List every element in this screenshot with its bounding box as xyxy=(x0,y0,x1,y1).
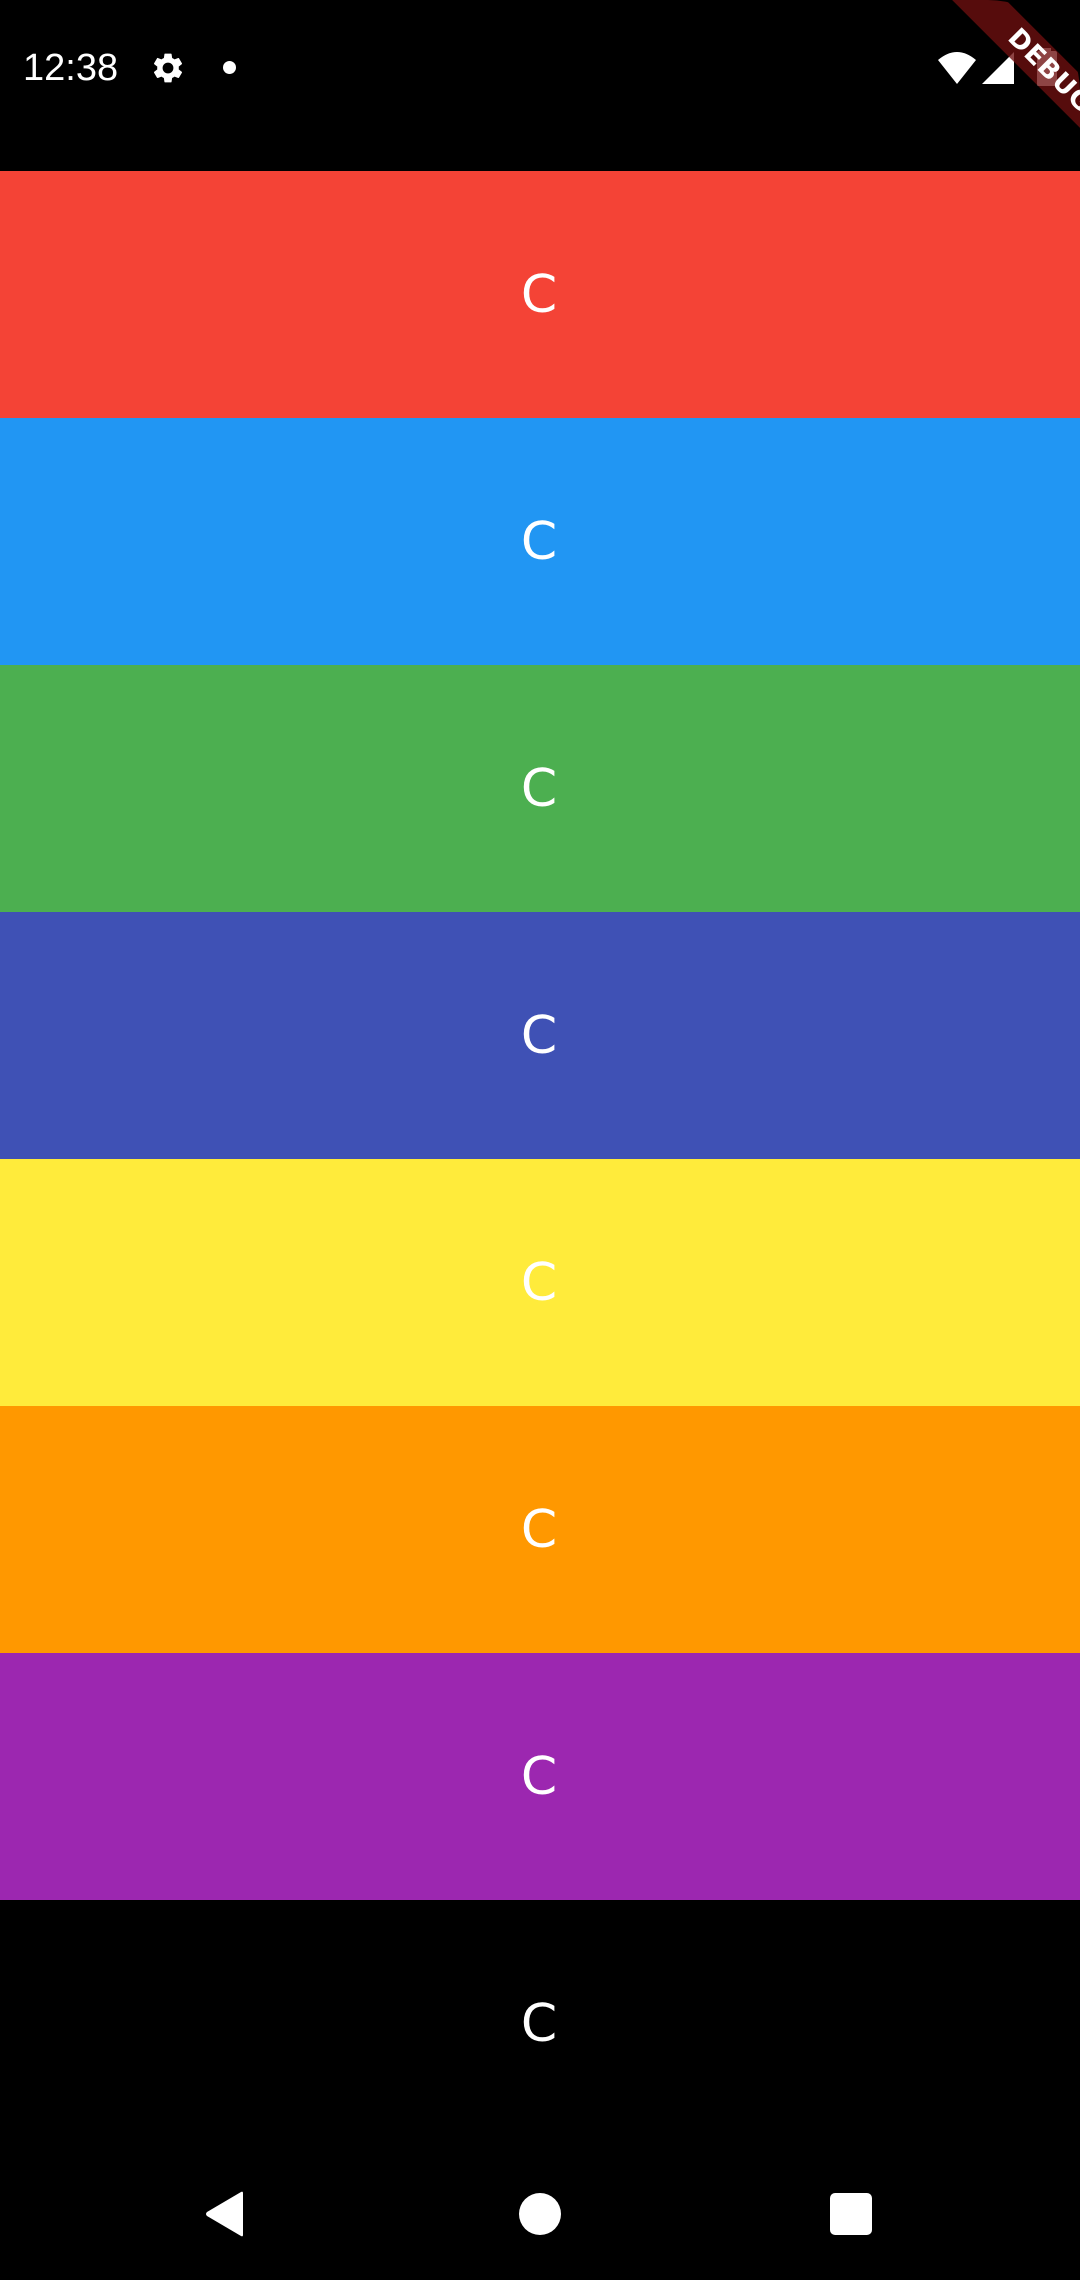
color-band-orange: C xyxy=(0,1406,1080,1653)
band-label: C xyxy=(520,1252,558,1313)
band-label: C xyxy=(520,1005,558,1066)
band-label: C xyxy=(520,1499,558,1560)
status-bar: 12:38 xyxy=(0,0,1080,171)
band-label: C xyxy=(520,511,558,572)
phone-screen: 12:38 DEBUG C C C C C C C C xyxy=(0,0,1080,2280)
home-icon[interactable] xyxy=(519,2193,561,2235)
color-band-yellow: C xyxy=(0,1159,1080,1406)
signal-icon xyxy=(982,52,1014,84)
band-label: C xyxy=(520,1746,558,1807)
status-time: 12:38 xyxy=(23,47,119,89)
color-band-black: C xyxy=(0,1900,1080,2147)
color-band-list: C C C C C C C C xyxy=(0,171,1080,2147)
notification-dot-icon xyxy=(223,61,236,74)
navigation-bar xyxy=(0,2147,1080,2280)
band-label: C xyxy=(520,758,558,819)
color-band-green: C xyxy=(0,665,1080,912)
wifi-icon xyxy=(938,52,976,84)
color-band-purple: C xyxy=(0,1653,1080,1900)
band-label: C xyxy=(520,264,558,325)
color-band-indigo: C xyxy=(0,912,1080,1159)
color-band-blue: C xyxy=(0,418,1080,665)
back-icon[interactable] xyxy=(205,2191,245,2237)
band-label: C xyxy=(520,1993,558,2054)
recents-icon[interactable] xyxy=(830,2193,872,2235)
color-band-red: C xyxy=(0,171,1080,418)
battery-icon xyxy=(1037,48,1057,86)
gear-icon xyxy=(153,53,183,83)
